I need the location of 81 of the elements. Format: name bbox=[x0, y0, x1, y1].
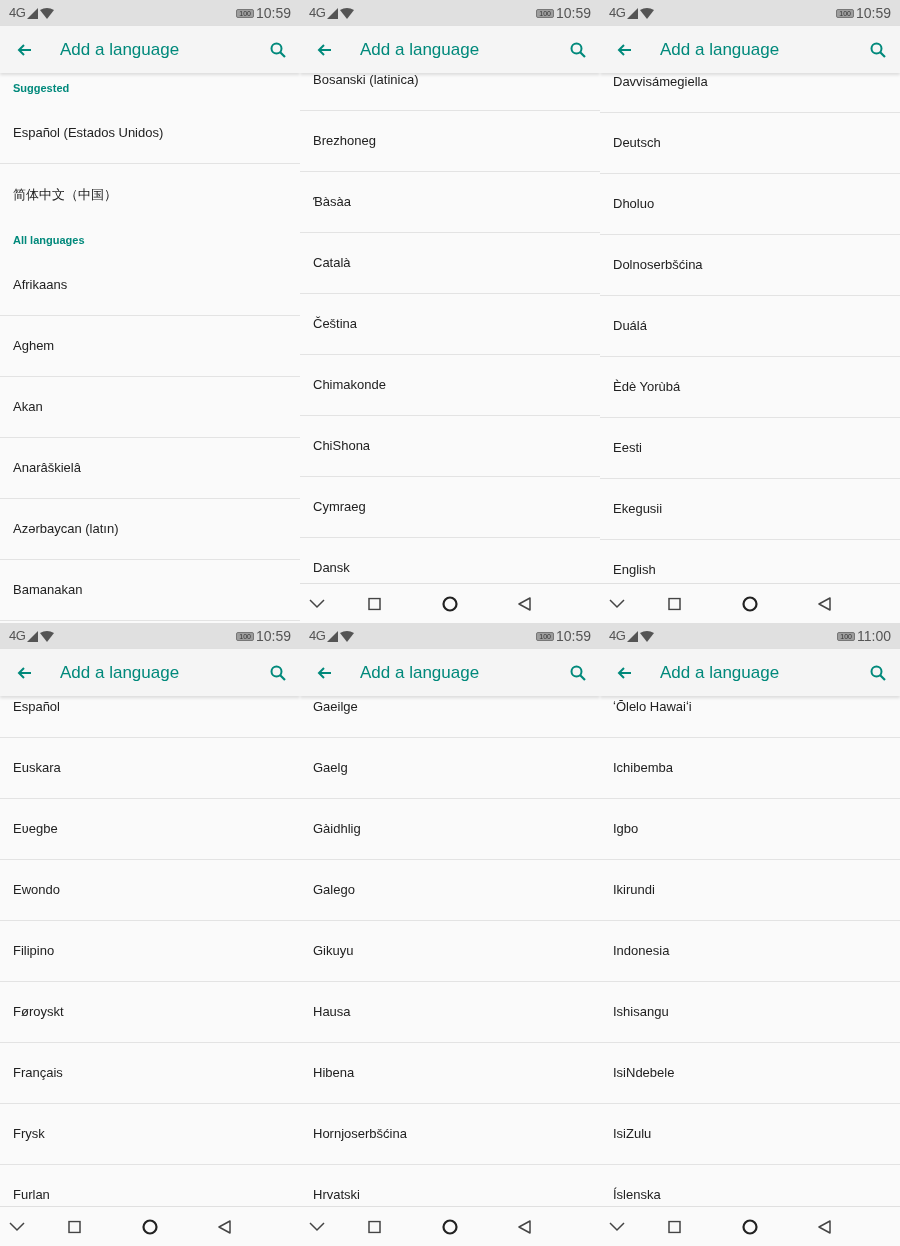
chevron-down-icon[interactable] bbox=[9, 1221, 25, 1232]
recents-icon[interactable] bbox=[668, 597, 681, 610]
language-item[interactable]: Igbo bbox=[600, 799, 900, 860]
home-icon[interactable] bbox=[742, 1218, 758, 1235]
back-arrow-icon bbox=[16, 664, 32, 681]
network-label: 4G bbox=[609, 4, 626, 23]
chevron-down-icon[interactable] bbox=[309, 1221, 325, 1232]
language-item[interactable]: Davvisámegiella bbox=[600, 73, 900, 113]
language-item[interactable]: 简体中文（中国） bbox=[0, 164, 300, 225]
language-item[interactable]: Indonesia bbox=[600, 921, 900, 982]
back-icon[interactable] bbox=[518, 1219, 531, 1234]
language-item[interactable]: Èdè Yorùbá bbox=[600, 357, 900, 418]
language-item[interactable]: Ikirundi bbox=[600, 860, 900, 921]
screen-title: Add a language bbox=[60, 661, 180, 684]
status-time: 11:00 bbox=[857, 626, 891, 646]
screen-title: Add a language bbox=[360, 661, 480, 684]
language-item[interactable]: IsiZulu bbox=[600, 1104, 900, 1165]
status-time: 10:59 bbox=[255, 3, 291, 23]
signal-icon bbox=[27, 630, 39, 642]
recents-icon[interactable] bbox=[368, 597, 381, 610]
search-icon bbox=[270, 664, 286, 681]
language-item[interactable]: Dholuo bbox=[600, 174, 900, 235]
language-item[interactable]: Ishisangu bbox=[600, 982, 900, 1043]
network-label: 4G bbox=[9, 4, 26, 23]
wifi-icon bbox=[640, 630, 655, 642]
status-time: 10:59 bbox=[555, 3, 591, 23]
signal-icon bbox=[627, 630, 639, 642]
home-icon[interactable] bbox=[142, 1218, 158, 1235]
wifi-icon bbox=[40, 7, 55, 19]
search-icon bbox=[570, 664, 586, 681]
wifi-icon bbox=[640, 7, 655, 19]
language-item[interactable]: Deutsch bbox=[600, 113, 900, 174]
search-icon bbox=[270, 41, 286, 58]
wifi-icon bbox=[40, 630, 55, 642]
search-icon bbox=[570, 41, 586, 58]
network-label: 4G bbox=[309, 4, 326, 23]
back-icon[interactable] bbox=[218, 1219, 231, 1234]
home-icon[interactable] bbox=[442, 595, 458, 612]
wifi-icon bbox=[340, 7, 355, 19]
back-arrow-icon bbox=[616, 41, 632, 58]
back-arrow-icon bbox=[316, 664, 332, 681]
language-item[interactable]: IsiNdebele bbox=[600, 1043, 900, 1104]
language-item[interactable]: ʻŌlelo Hawaiʻi bbox=[600, 696, 900, 738]
network-label: 4G bbox=[609, 627, 626, 646]
back-icon[interactable] bbox=[518, 596, 531, 611]
home-icon[interactable] bbox=[742, 595, 758, 612]
network-label: 4G bbox=[309, 627, 326, 646]
home-icon[interactable] bbox=[442, 1218, 458, 1235]
screen-title: Add a language bbox=[660, 38, 780, 61]
signal-icon bbox=[27, 7, 39, 19]
language-item[interactable]: Eesti bbox=[600, 418, 900, 479]
network-label: 4G bbox=[9, 627, 26, 646]
chevron-down-icon[interactable] bbox=[609, 1221, 625, 1232]
language-item[interactable]: Dolnoserbšćina bbox=[600, 235, 900, 296]
signal-icon bbox=[627, 7, 639, 19]
search-icon bbox=[870, 664, 886, 681]
back-arrow-icon bbox=[316, 41, 332, 58]
chevron-down-icon[interactable] bbox=[309, 598, 325, 609]
wifi-icon bbox=[340, 630, 355, 642]
recents-icon[interactable] bbox=[668, 1220, 681, 1233]
back-arrow-icon bbox=[616, 664, 632, 681]
status-time: 10:59 bbox=[555, 626, 591, 646]
section-header: Suggested bbox=[12, 80, 71, 96]
back-icon[interactable] bbox=[818, 596, 831, 611]
language-item[interactable]: Duálá bbox=[600, 296, 900, 357]
back-arrow-icon bbox=[16, 41, 32, 58]
status-time: 10:59 bbox=[855, 3, 891, 23]
screen-title: Add a language bbox=[360, 38, 480, 61]
signal-icon bbox=[327, 7, 339, 19]
screen-title: Add a language bbox=[60, 38, 180, 61]
language-item[interactable]: Ichibemba bbox=[600, 738, 900, 799]
chevron-down-icon[interactable] bbox=[609, 598, 625, 609]
section-header: All languages bbox=[12, 232, 86, 248]
screen-title: Add a language bbox=[660, 661, 780, 684]
status-time: 10:59 bbox=[255, 626, 291, 646]
recents-icon[interactable] bbox=[368, 1220, 381, 1233]
search-icon bbox=[870, 41, 886, 58]
back-icon[interactable] bbox=[818, 1219, 831, 1234]
recents-icon[interactable] bbox=[68, 1220, 81, 1233]
language-item[interactable]: Ekegusii bbox=[600, 479, 900, 540]
signal-icon bbox=[327, 630, 339, 642]
